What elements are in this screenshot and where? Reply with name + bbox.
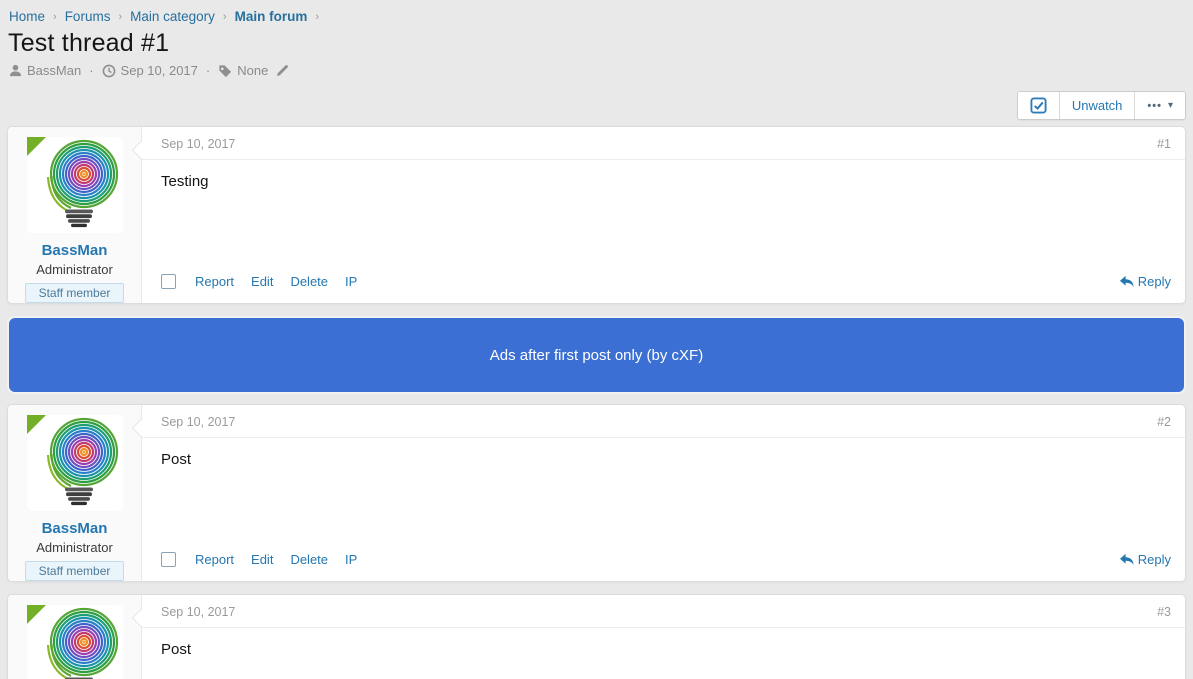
unwatch-button[interactable]: Unwatch — [1059, 92, 1135, 119]
post-number-link[interactable]: #1 — [1157, 137, 1171, 151]
meta-dot: · — [206, 63, 210, 78]
tags-icon — [218, 64, 232, 78]
meta-dot: · — [89, 63, 93, 78]
report-link[interactable]: Report — [195, 274, 234, 289]
delete-link[interactable]: Delete — [290, 552, 328, 567]
thread-tags-value: None — [237, 63, 268, 78]
post-header: Sep 10, 2017 #2 — [142, 405, 1185, 438]
username-link[interactable]: BassMan — [42, 520, 108, 537]
post-3: BassMan Administrator Staff member Sep 1… — [7, 594, 1186, 679]
ad-banner[interactable]: Ads after first post only (by cXF) — [7, 316, 1186, 394]
post-body: Post — [142, 628, 1185, 679]
edit-link[interactable]: Edit — [251, 274, 273, 289]
post-content-cell: Sep 10, 2017 #3 Post Report Edit Delete … — [142, 595, 1185, 679]
post-date-link[interactable]: Sep 10, 2017 — [161, 605, 235, 619]
report-link[interactable]: Report — [195, 552, 234, 567]
reply-button[interactable]: Reply — [1119, 274, 1171, 289]
select-all-posts-button[interactable] — [1018, 92, 1059, 119]
edit-tags-pencil-icon[interactable] — [276, 64, 289, 77]
chevron-down-icon: ▾ — [1168, 100, 1173, 111]
thread-author-link[interactable]: BassMan — [27, 63, 81, 78]
delete-link[interactable]: Delete — [290, 274, 328, 289]
breadcrumb-main-category[interactable]: Main category — [130, 9, 215, 24]
post-footer: Report Edit Delete IP Reply — [142, 274, 1185, 303]
edit-link[interactable]: Edit — [251, 552, 273, 567]
more-options-button[interactable]: ••• ▾ — [1134, 92, 1185, 119]
post-footer: Report Edit Delete IP Reply — [142, 552, 1185, 581]
post-header: Sep 10, 2017 #1 — [142, 127, 1185, 160]
breadcrumb-separator: › — [53, 11, 57, 23]
ip-link[interactable]: IP — [345, 274, 357, 289]
reply-arrow-icon — [1119, 275, 1134, 288]
reply-arrow-icon — [1119, 553, 1134, 566]
ad-banner-text: Ads after first post only (by cXF) — [490, 347, 703, 364]
post-number-link[interactable]: #3 — [1157, 605, 1171, 619]
breadcrumb: Home › Forums › Main category › Main for… — [7, 0, 1186, 24]
multiquote-checkbox[interactable] — [161, 552, 176, 567]
post-content-cell: Sep 10, 2017 #1 Testing Report Edit Dele… — [142, 127, 1185, 303]
reply-button[interactable]: Reply — [1119, 552, 1171, 567]
thread-toolbar-button-group: Unwatch ••• ▾ — [1017, 91, 1186, 120]
post-date-link[interactable]: Sep 10, 2017 — [161, 137, 235, 151]
post-body: Post — [142, 438, 1185, 552]
clock-icon — [102, 64, 116, 78]
ellipsis-icon: ••• — [1147, 100, 1162, 112]
person-icon — [9, 64, 22, 77]
thread-toolbar: Unwatch ••• ▾ — [7, 91, 1186, 120]
breadcrumb-forums[interactable]: Forums — [65, 9, 111, 24]
breadcrumb-main-forum[interactable]: Main forum — [235, 9, 308, 24]
reply-label: Reply — [1138, 274, 1171, 289]
staff-member-badge: Staff member — [25, 283, 125, 303]
user-role: Administrator — [36, 262, 113, 277]
user-role: Administrator — [36, 540, 113, 555]
breadcrumb-separator: › — [223, 11, 227, 23]
post-date-link[interactable]: Sep 10, 2017 — [161, 415, 235, 429]
post-user-cell: BassMan Administrator Staff member — [8, 405, 142, 581]
checked-checkbox-icon — [1030, 97, 1047, 114]
breadcrumb-separator: › — [315, 11, 319, 23]
post-body: Testing — [142, 160, 1185, 274]
post-header: Sep 10, 2017 #3 — [142, 595, 1185, 628]
post-user-cell: BassMan Administrator Staff member — [8, 595, 142, 679]
reply-label: Reply — [1138, 552, 1171, 567]
avatar[interactable] — [27, 415, 123, 511]
page-title: Test thread #1 — [8, 29, 1186, 58]
post-content-cell: Sep 10, 2017 #2 Post Report Edit Delete … — [142, 405, 1185, 581]
avatar[interactable] — [27, 605, 123, 679]
thread-date-link[interactable]: Sep 10, 2017 — [121, 63, 198, 78]
multiquote-checkbox[interactable] — [161, 274, 176, 289]
thread-page: Home › Forums › Main category › Main for… — [0, 0, 1193, 679]
post-user-cell: BassMan Administrator Staff member — [8, 127, 142, 303]
staff-member-badge: Staff member — [25, 561, 125, 581]
post-2: BassMan Administrator Staff member Sep 1… — [7, 404, 1186, 582]
breadcrumb-separator: › — [118, 11, 122, 23]
breadcrumb-home[interactable]: Home — [9, 9, 45, 24]
post-number-link[interactable]: #2 — [1157, 415, 1171, 429]
post-1: BassMan Administrator Staff member Sep 1… — [7, 126, 1186, 304]
avatar[interactable] — [27, 137, 123, 233]
thread-meta: BassMan · Sep 10, 2017 · None — [9, 63, 1186, 78]
ip-link[interactable]: IP — [345, 552, 357, 567]
username-link[interactable]: BassMan — [42, 242, 108, 259]
